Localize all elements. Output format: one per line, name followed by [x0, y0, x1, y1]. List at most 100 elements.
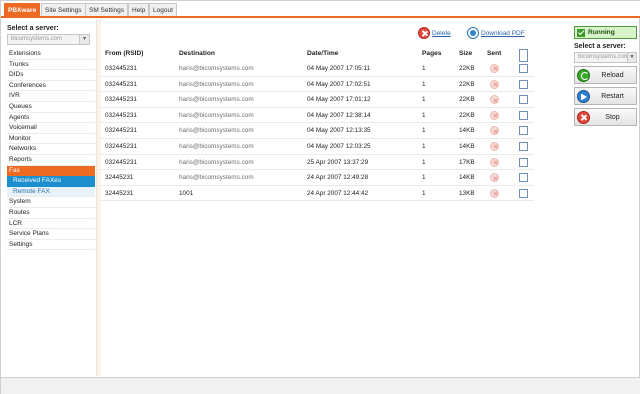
server-select[interactable]: bicomsystems.com ▼	[7, 34, 90, 45]
not-sent-icon	[490, 95, 499, 105]
not-sent-icon	[490, 64, 499, 73]
sidebar-item-queues[interactable]: Queues	[7, 102, 95, 113]
cell-from: 032445231	[105, 65, 137, 72]
server-select-right[interactable]: bicomsystems.com ▼	[574, 52, 637, 63]
table-row[interactable]: 32445231 haris@bicomsystems.com 24 Apr 2…	[101, 170, 534, 186]
cell-size: 22KB	[459, 65, 475, 72]
cell-pages: 1	[422, 111, 426, 119]
restart-button[interactable]: Restart	[574, 87, 637, 105]
cell-datetime: 04 May 2007 17:05:11	[307, 65, 371, 72]
top-nav: PBXware Site Settings SM Settings Help L…	[1, 1, 640, 18]
cell-datetime: 24 Apr 2007 12:49:28	[307, 174, 369, 182]
sidebar-item-reports[interactable]: Reports	[7, 155, 95, 166]
reload-button[interactable]: Reload	[574, 66, 637, 84]
cell-size: 14KB	[459, 127, 475, 135]
sidebar-item-monitor[interactable]: Monitor	[7, 134, 95, 145]
col-pages[interactable]: Pages	[422, 47, 441, 60]
sidebar-item-agents[interactable]: Agents	[7, 113, 95, 124]
cell-pages: 1	[422, 96, 426, 104]
reload-label: Reload	[601, 71, 624, 79]
download-icon[interactable]	[467, 27, 479, 39]
chevron-down-icon[interactable]: ▼	[627, 53, 636, 62]
cell-size: 13KB	[459, 189, 475, 197]
table-row[interactable]: 032445231 haris@bicomsystems.com 04 May …	[101, 77, 534, 93]
tab-site-settings[interactable]: Site Settings	[41, 3, 86, 16]
status-badge: Running	[574, 26, 637, 39]
row-checkbox[interactable]	[519, 64, 528, 73]
col-from[interactable]: From (RSID)	[105, 47, 143, 60]
col-sent[interactable]: Sent	[487, 47, 501, 60]
cell-from: 032445231	[105, 158, 137, 166]
cell-size: 14KB	[459, 142, 475, 150]
not-sent-icon	[490, 141, 499, 151]
chevron-down-icon[interactable]: ▼	[79, 35, 89, 44]
row-checkbox[interactable]	[519, 141, 528, 151]
not-sent-icon	[490, 157, 499, 167]
table-row[interactable]: 032445231 haris@bicomsystems.com 04 May …	[101, 92, 534, 108]
table-row[interactable]: 032445231 haris@bicomsystems.com 04 May …	[101, 108, 534, 124]
tab-sm-settings[interactable]: SM Settings	[85, 3, 129, 16]
row-checkbox[interactable]	[519, 126, 528, 136]
delete-icon[interactable]	[418, 27, 430, 39]
sidebar-item-dids[interactable]: DIDs	[7, 70, 95, 81]
col-datetime[interactable]: Date/Time	[307, 47, 338, 60]
cell-from: 032445231	[105, 142, 137, 150]
col-destination[interactable]: Destination	[179, 47, 215, 60]
sidebar-item-routes[interactable]: Routes	[7, 208, 95, 219]
table-row[interactable]: 32445231 1001 24 Apr 2007 12:44:42 1 13K…	[101, 186, 534, 202]
cell-from: 032445231	[105, 111, 137, 119]
restart-label: Restart	[601, 92, 624, 100]
not-sent-icon	[490, 126, 499, 136]
col-size[interactable]: Size	[459, 47, 472, 60]
table-header: From (RSID) Destination Date/Time Pages …	[101, 47, 534, 62]
row-checkbox[interactable]	[519, 110, 528, 120]
server-select-value: bicomsystems.com	[11, 36, 63, 42]
row-checkbox[interactable]	[519, 188, 528, 198]
sidebar-item-ivr[interactable]: IVR	[7, 91, 95, 102]
cell-destination: haris@bicomsystems.com	[179, 111, 254, 119]
cell-destination: 1001	[179, 189, 194, 197]
cell-datetime: 24 Apr 2007 12:44:42	[307, 189, 369, 197]
sidebar-item-voicemail[interactable]: Voicemail	[7, 123, 95, 134]
server-select-value: bicomsystems.com	[578, 54, 630, 60]
sidebar-item-conferences[interactable]: Conferences	[7, 81, 95, 92]
sidebar-item-extensions[interactable]: Extensions	[7, 49, 95, 60]
cell-size: 22KB	[459, 96, 475, 104]
cell-size: 22KB	[459, 111, 475, 119]
sidebar-item-service-plans[interactable]: Service Plans	[7, 229, 95, 240]
table-row[interactable]: 032445231 haris@bicomsystems.com 04 May …	[101, 123, 534, 139]
sidebar-menu: Extensions Trunks DIDs Conferences IVR Q…	[7, 49, 95, 251]
table-row[interactable]: 032445231 haris@bicomsystems.com 04 May …	[101, 139, 534, 155]
delete-action[interactable]: Delete	[418, 26, 451, 40]
tab-pbxware[interactable]: PBXware	[4, 3, 41, 16]
tab-help[interactable]: Help	[128, 3, 150, 16]
server-control-panel: Running Select a server: bicomsystems.co…	[571, 20, 640, 160]
sidebar-item-system[interactable]: System	[7, 197, 95, 208]
sidebar-item-trunks[interactable]: Trunks	[7, 60, 95, 71]
cell-datetime: 04 May 2007 12:38:14	[307, 111, 371, 119]
row-checkbox[interactable]	[519, 95, 528, 105]
row-checkbox[interactable]	[519, 157, 528, 167]
row-checkbox[interactable]	[519, 79, 528, 89]
download-pdf-action[interactable]: Download PDF	[467, 26, 525, 40]
sidebar-item-received-faxes[interactable]: Received FAXes	[7, 176, 95, 187]
status-text: Running	[588, 29, 615, 36]
table-row[interactable]: 032445231 haris@bicomsystems.com 04 May …	[101, 61, 534, 77]
cell-datetime: 04 May 2007 17:01:12	[307, 96, 371, 104]
sidebar-item-settings[interactable]: Settings	[7, 240, 95, 251]
row-checkbox[interactable]	[519, 173, 528, 183]
download-pdf-link[interactable]: Download PDF	[481, 30, 525, 37]
sidebar-item-fax[interactable]: Fax	[7, 165, 95, 177]
table-row[interactable]: 032445231 haris@bicomsystems.com 25 Apr …	[101, 155, 534, 171]
cell-from: 032445231	[105, 96, 137, 104]
cell-size: 22KB	[459, 80, 475, 88]
stop-button[interactable]: Stop	[574, 108, 637, 126]
sidebar-item-networks[interactable]: Networks	[7, 144, 95, 155]
tab-logout[interactable]: Logout	[149, 3, 177, 16]
sidebar-item-remote-fax[interactable]: Remote FAX	[7, 186, 95, 198]
cell-datetime: 25 Apr 2007 13:37:29	[307, 158, 369, 166]
delete-link[interactable]: Delete	[432, 30, 451, 37]
cell-size: 17KB	[459, 158, 475, 166]
sidebar-item-lcr[interactable]: LCR	[7, 219, 95, 230]
cell-pages: 1	[422, 127, 426, 135]
